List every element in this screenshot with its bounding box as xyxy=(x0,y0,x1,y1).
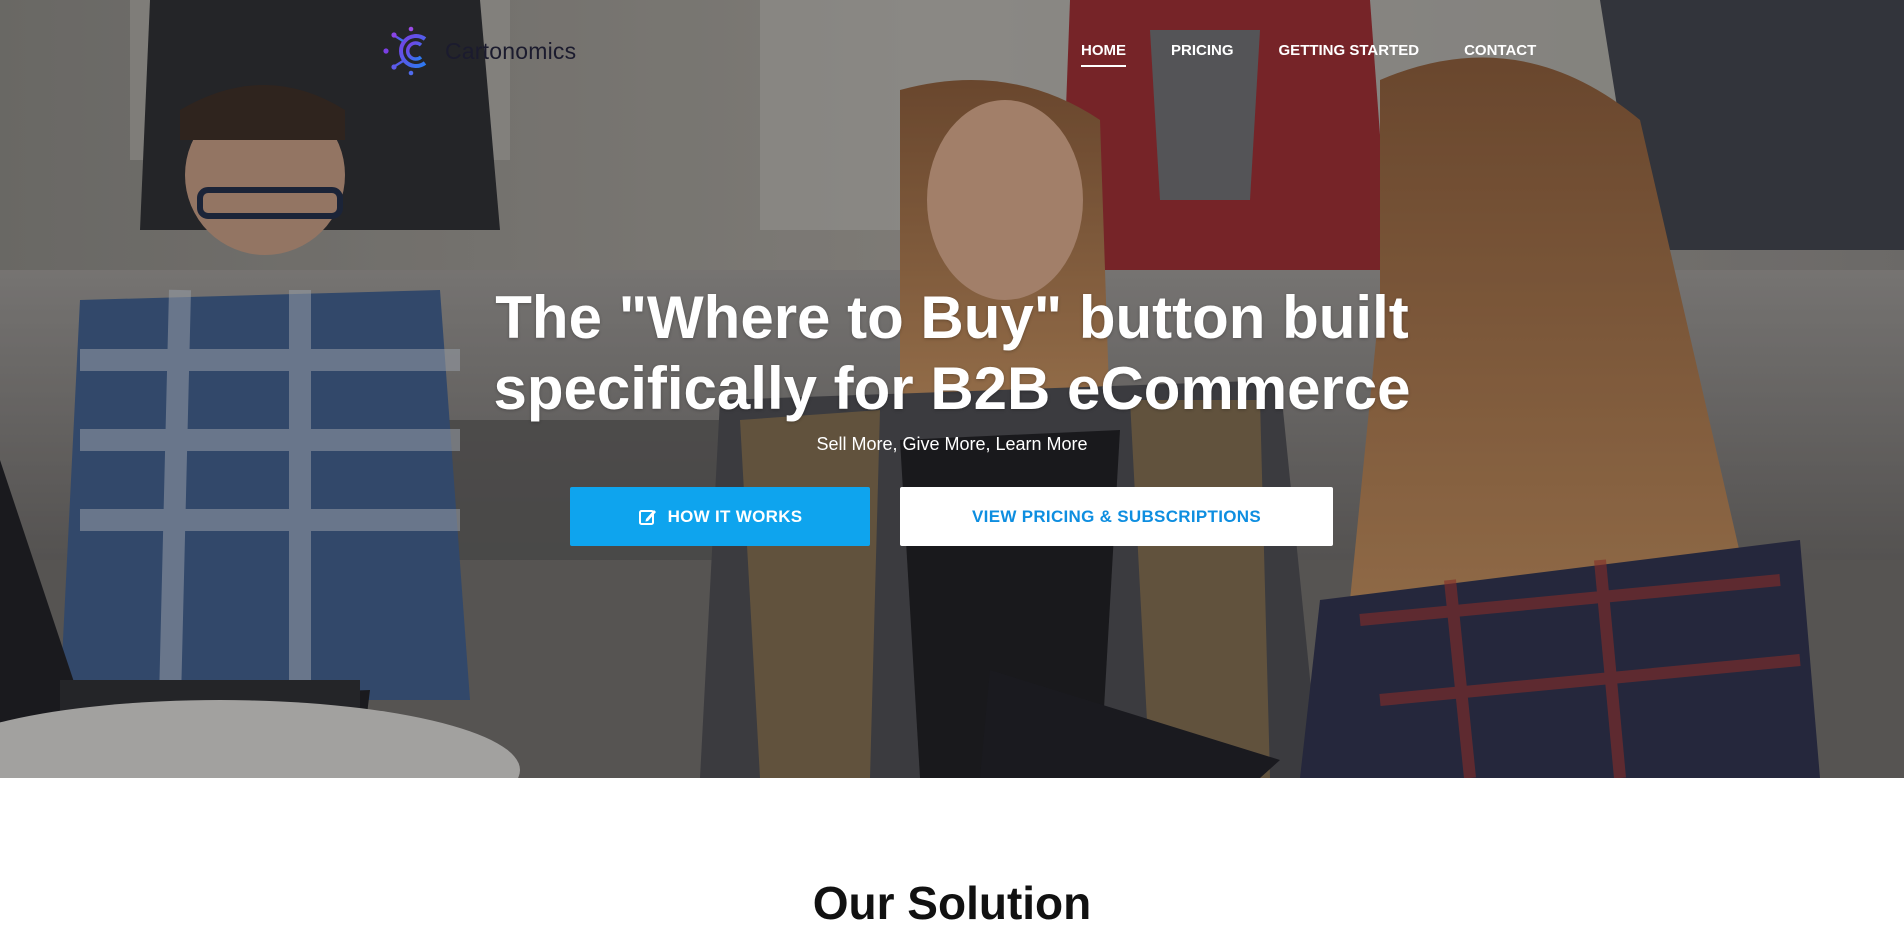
hero-section: Cartonomics HOME PRICING GETTING STARTED… xyxy=(0,0,1904,778)
nav-item-contact[interactable]: CONTACT xyxy=(1464,42,1536,67)
hero-subtitle: Sell More, Give More, Learn More xyxy=(816,434,1088,454)
hero-title: The "Where to Buy" button built specific… xyxy=(493,284,1411,422)
brand-name: Cartonomics xyxy=(445,37,577,64)
view-pricing-button[interactable]: VIEW PRICING & SUBSCRIPTIONS xyxy=(900,487,1333,546)
our-solution-heading: Our Solution xyxy=(812,877,1092,929)
circuit-c-logo-icon xyxy=(383,26,427,76)
nav-item-getting-started[interactable]: GETTING STARTED xyxy=(1279,42,1420,67)
how-it-works-label: HOW IT WORKS xyxy=(667,506,803,526)
page: Cartonomics HOME PRICING GETTING STARTED… xyxy=(0,0,1904,951)
main-nav: HOME PRICING GETTING STARTED CONTACT xyxy=(1081,42,1581,67)
brand-logo[interactable]: Cartonomics xyxy=(381,26,576,76)
view-pricing-label: VIEW PRICING & SUBSCRIPTIONS xyxy=(972,506,1261,526)
edit-icon xyxy=(638,509,656,525)
nav-item-pricing[interactable]: PRICING xyxy=(1171,42,1234,67)
nav-item-home[interactable]: HOME xyxy=(1081,42,1126,67)
how-it-works-button[interactable]: HOW IT WORKS xyxy=(570,487,870,546)
